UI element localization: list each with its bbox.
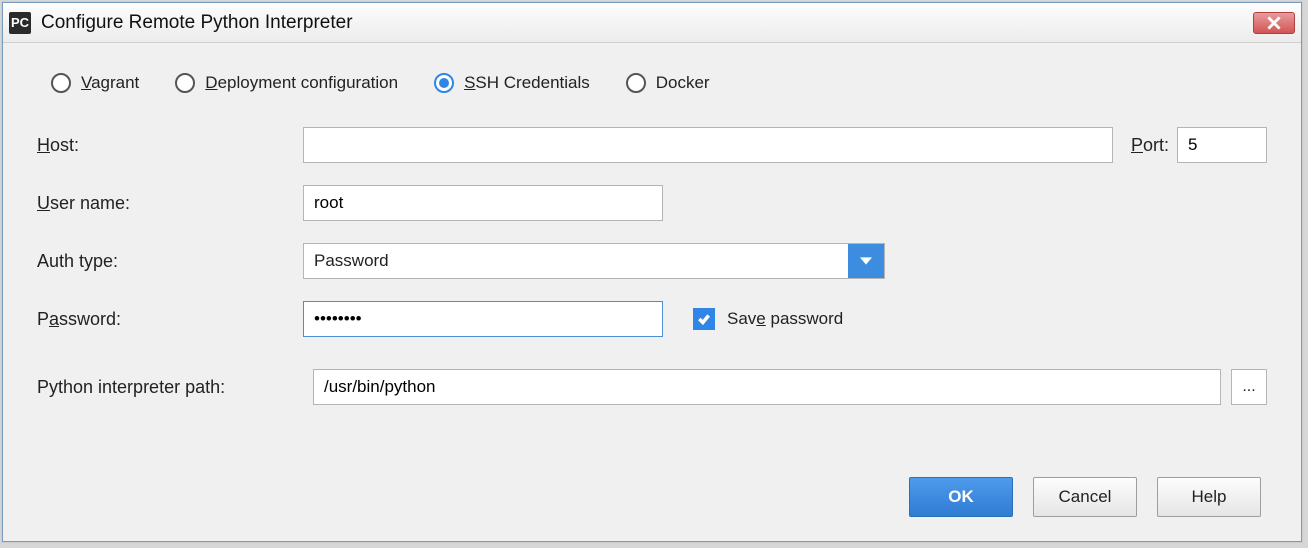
radio-vagrant-label: Vagrant	[81, 73, 139, 93]
window-title: Configure Remote Python Interpreter	[41, 12, 1253, 34]
radio-docker[interactable]: Docker	[626, 73, 710, 93]
help-button[interactable]: Help	[1157, 477, 1261, 517]
auth-type-label: Auth type:	[37, 251, 303, 272]
row-password: Password: Save password	[37, 301, 1267, 337]
row-interpreter-path: Python interpreter path: ...	[37, 369, 1267, 405]
auth-type-value: Password	[304, 251, 848, 271]
radio-docker-label: Docker	[656, 73, 710, 93]
dialog-window: PC Configure Remote Python Interpreter V…	[2, 2, 1302, 542]
row-auth-type: Auth type: Password	[37, 243, 1267, 279]
interpreter-path-input[interactable]	[313, 369, 1221, 405]
radio-icon	[626, 73, 646, 93]
browse-path-button[interactable]: ...	[1231, 369, 1267, 405]
connection-type-radios: Vagrant Deployment configuration SSH Cre…	[51, 73, 1267, 93]
pycharm-icon: PC	[9, 12, 31, 34]
password-label: Password:	[37, 309, 303, 330]
radio-icon	[51, 73, 71, 93]
interpreter-path-label: Python interpreter path:	[37, 377, 303, 398]
port-input[interactable]	[1177, 127, 1267, 163]
radio-ssh[interactable]: SSH Credentials	[434, 73, 590, 93]
cancel-button[interactable]: Cancel	[1033, 477, 1137, 517]
radio-deployment-label: Deployment configuration	[205, 73, 398, 93]
dropdown-arrow	[848, 244, 884, 278]
auth-type-select[interactable]: Password	[303, 243, 885, 279]
row-host: Host: Port:	[37, 127, 1267, 163]
chevron-down-icon	[860, 255, 872, 267]
host-label: Host:	[37, 135, 303, 156]
radio-icon	[175, 73, 195, 93]
close-button[interactable]	[1253, 12, 1295, 34]
radio-deployment[interactable]: Deployment configuration	[175, 73, 398, 93]
radio-ssh-label: SSH Credentials	[464, 73, 590, 93]
username-label: User name:	[37, 193, 303, 214]
form: Host: Port: User name: Auth type: Passwo…	[37, 127, 1267, 405]
titlebar: PC Configure Remote Python Interpreter	[3, 3, 1301, 43]
save-password-label: Save password	[727, 309, 843, 329]
radio-icon	[434, 73, 454, 93]
radio-vagrant[interactable]: Vagrant	[51, 73, 139, 93]
host-input[interactable]	[303, 127, 1113, 163]
save-password-checkbox[interactable]	[693, 308, 715, 330]
dialog-content: Vagrant Deployment configuration SSH Cre…	[3, 43, 1301, 541]
port-label: Port:	[1131, 135, 1169, 156]
ok-button[interactable]: OK	[909, 477, 1013, 517]
check-icon	[697, 312, 711, 326]
dialog-buttons: OK Cancel Help	[37, 463, 1267, 531]
close-icon	[1267, 16, 1281, 30]
username-input[interactable]	[303, 185, 663, 221]
password-input[interactable]	[303, 301, 663, 337]
row-username: User name:	[37, 185, 1267, 221]
